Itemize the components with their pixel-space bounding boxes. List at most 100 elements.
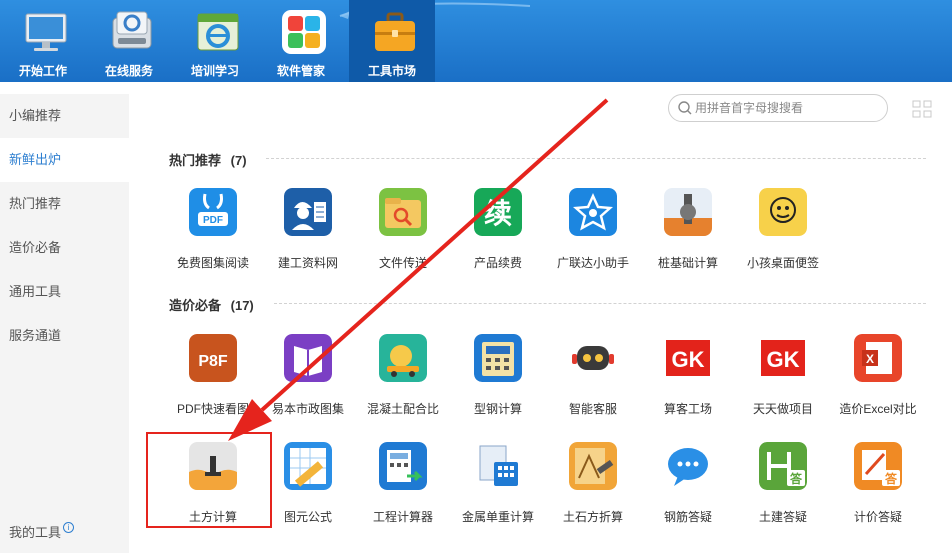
robot-icon xyxy=(569,334,617,382)
tool-smart-service[interactable]: 智能客服 xyxy=(546,334,640,424)
nav-training[interactable]: 培训学习 xyxy=(172,0,258,82)
section-cost-title: 造价必备 (17) xyxy=(169,295,254,314)
tool-municipal-atlas[interactable]: 易本市政图集 xyxy=(261,334,355,424)
tool-metal-weight[interactable]: 金属单重计算 xyxy=(451,442,545,532)
nav-start-work[interactable]: 开始工作 xyxy=(0,0,86,82)
search-input[interactable] xyxy=(695,100,880,116)
software-manager-icon xyxy=(282,10,326,54)
tool-label: 免费图集阅读 xyxy=(176,256,249,270)
tool-label: 算客工场 xyxy=(663,402,712,416)
answer-glyph: 答 xyxy=(885,471,898,486)
sidebar-item-service-channel[interactable]: 服务通道 xyxy=(0,314,129,358)
tool-glodon-assistant[interactable]: 广联达小助手 xyxy=(546,188,640,278)
tool-label: 文件传送 xyxy=(378,256,427,270)
tool-pricing-qa[interactable]: 答 计价答疑 xyxy=(831,442,925,532)
tool-label: 天天做项目 xyxy=(752,402,813,416)
section-title-text: 热门推荐 xyxy=(169,153,222,168)
tool-label: 金属单重计算 xyxy=(461,510,534,524)
nav-label: 工具市场 xyxy=(367,64,416,78)
tool-label: 钢筋答疑 xyxy=(663,510,712,524)
my-tools-link[interactable]: 我的工具 i xyxy=(9,522,75,541)
sidebar: 小编推荐 新鲜出炉 热门推荐 造价必备 通用工具 服务通道 xyxy=(0,94,129,553)
steel-section-icon xyxy=(474,334,522,382)
tool-pdf-quick-view[interactable]: P8F PDF快速看图 xyxy=(166,334,260,424)
tool-label: 产品续费 xyxy=(473,256,522,270)
pile-foundation-icon xyxy=(664,188,712,236)
gk-text: GK xyxy=(672,347,705,372)
search-icon xyxy=(678,101,692,115)
chat-bubble-icon xyxy=(664,442,712,490)
tool-civil-qa[interactable]: 答 土建答疑 xyxy=(736,442,830,532)
nav-tool-market[interactable]: 工具市场 xyxy=(349,0,435,82)
tool-label: 混凝土配合比 xyxy=(366,402,439,416)
tool-desktop-notes[interactable]: 小孩桌面便签 xyxy=(736,188,830,278)
nav-label: 开始工作 xyxy=(18,64,67,78)
concrete-mixer-icon xyxy=(379,334,427,382)
top-navigation-bar: 开始工作 在线服务 培训学习 软件管家 工具市场 xyxy=(0,0,952,82)
pricing-qa-icon: 答 xyxy=(854,442,902,490)
info-icon[interactable]: i xyxy=(63,522,75,533)
grid-view-icon[interactable] xyxy=(912,100,932,118)
pdf-viewer-icon: P8F xyxy=(189,334,237,382)
tool-product-renewal[interactable]: 续 产品续费 xyxy=(451,188,545,278)
tool-label: 工程计算器 xyxy=(372,510,433,524)
gk-logo-icon: GK xyxy=(759,334,807,382)
tool-earth-rock-conversion[interactable]: 土石方折算 xyxy=(546,442,640,532)
sidebar-item-cost-essentials[interactable]: 造价必备 xyxy=(0,226,129,270)
tool-rebar-qa[interactable]: 钢筋答疑 xyxy=(641,442,735,532)
tool-label: 造价Excel对比 xyxy=(839,402,917,416)
tool-daily-project[interactable]: GK 天天做项目 xyxy=(736,334,830,424)
tool-suanke-workshop[interactable]: GK 算客工场 xyxy=(641,334,735,424)
tool-excel-compare[interactable]: X 造价Excel对比 xyxy=(831,334,925,424)
nav-label: 在线服务 xyxy=(104,64,153,78)
tool-label: 土建答疑 xyxy=(758,510,807,524)
tool-label: 广联达小助手 xyxy=(556,256,629,270)
metal-weight-icon xyxy=(474,442,522,490)
monitor-icon xyxy=(25,13,67,51)
tool-free-atlas-reader[interactable]: PDF 免费图集阅读 xyxy=(166,188,260,278)
civil-qa-icon: 答 xyxy=(759,442,807,490)
toolbox-icon xyxy=(375,12,415,51)
sidebar-item-general-tools[interactable]: 通用工具 xyxy=(0,270,129,314)
section-title-text: 造价必备 xyxy=(169,298,222,313)
tool-concrete-mix[interactable]: 混凝土配合比 xyxy=(356,334,450,424)
nav-online-service[interactable]: 在线服务 xyxy=(86,0,172,82)
sidebar-item-new-arrivals[interactable]: 新鲜出炉 xyxy=(0,138,129,182)
nav-software-manager[interactable]: 软件管家 xyxy=(258,0,344,82)
sidebar-item-hot[interactable]: 热门推荐 xyxy=(0,182,129,226)
tool-label: 建工资料网 xyxy=(277,256,338,270)
highlight-box xyxy=(146,432,272,528)
sidebar-item-editor-picks[interactable]: 小编推荐 xyxy=(0,94,129,138)
tool-engineering-calculator[interactable]: 工程计算器 xyxy=(356,442,450,532)
gk-text: GK xyxy=(767,347,800,372)
nav-label: 培训学习 xyxy=(190,64,239,78)
pdf-rabbit-icon: PDF xyxy=(189,188,237,236)
tool-label: 小孩桌面便签 xyxy=(746,256,819,270)
file-folder-icon xyxy=(379,188,427,236)
tool-element-formula[interactable]: 图元公式 xyxy=(261,442,355,532)
tool-label: 土石方折算 xyxy=(562,510,623,524)
section-divider xyxy=(266,158,926,159)
nav-label: 软件管家 xyxy=(276,64,325,78)
tool-label: 易本市政图集 xyxy=(271,402,344,416)
section-hot-title: 热门推荐 (7) xyxy=(169,150,247,169)
tool-steel-calc[interactable]: 型钢计算 xyxy=(451,334,545,424)
answer-glyph: 答 xyxy=(790,471,803,486)
pdf-text: PDF xyxy=(203,215,223,226)
tool-label: 计价答疑 xyxy=(853,510,902,524)
renew-glyph: 续 xyxy=(484,197,512,230)
tool-construction-data[interactable]: 建工资料网 xyxy=(261,188,355,278)
calculator-icon xyxy=(379,442,427,490)
tool-pile-foundation[interactable]: 桩基础计算 xyxy=(641,188,735,278)
ie-browser-icon xyxy=(197,13,239,51)
section-count: (7) xyxy=(230,153,247,168)
tool-file-transfer[interactable]: 文件传送 xyxy=(356,188,450,278)
tool-label: PDF快速看图 xyxy=(176,402,249,416)
excel-compare-icon: X xyxy=(854,334,902,382)
section-divider xyxy=(274,303,926,304)
tool-label: 型钢计算 xyxy=(473,402,522,416)
search-box[interactable] xyxy=(668,94,888,122)
earth-rock-icon xyxy=(569,442,617,490)
formula-ruler-icon xyxy=(284,442,332,490)
municipal-atlas-icon xyxy=(284,334,332,382)
